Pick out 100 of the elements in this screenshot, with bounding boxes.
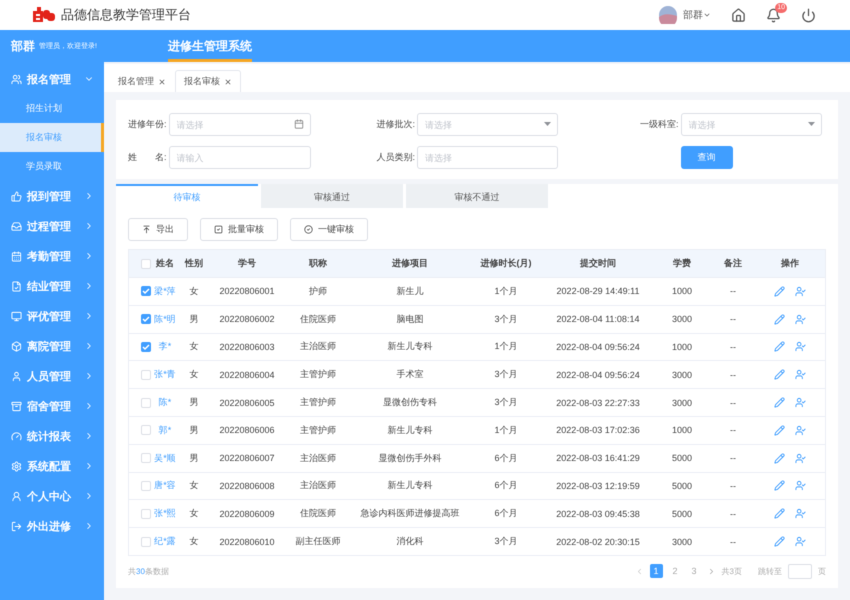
user-check-icon[interactable] [795, 480, 806, 492]
user-check-icon[interactable] [795, 508, 806, 520]
sidebar-item[interactable]: 报名管理 [0, 64, 104, 94]
user-check-icon[interactable] [795, 452, 806, 464]
table-cell-text: 5000 [670, 508, 694, 519]
name-link[interactable]: 吴*顺 [151, 452, 179, 465]
home-icon[interactable] [731, 8, 746, 22]
table-cell-text: 主治医师 [299, 479, 337, 492]
sidebar-item[interactable]: 考勤管理 [0, 241, 104, 271]
user-check-icon[interactable] [795, 341, 806, 352]
sidebar-subitem[interactable]: 招生计划 [0, 94, 104, 123]
sidebar-subitem[interactable]: 报名审核 [0, 123, 104, 152]
sidebar-item[interactable]: 过程管理 [0, 211, 104, 241]
name-link[interactable]: 张*熙 [151, 507, 179, 520]
page-tab[interactable]: 报名审核 [175, 70, 241, 92]
checkbox[interactable] [141, 342, 151, 352]
checkbox[interactable] [141, 286, 151, 296]
name-link[interactable]: 陈*明 [151, 312, 179, 326]
column-header: 学号 [237, 257, 257, 270]
table-cell-text: 1000 [670, 342, 694, 352]
table-cell-text: 3个月 [493, 396, 518, 410]
select-field[interactable]: 请选择 [417, 113, 558, 136]
edit-icon[interactable] [774, 286, 785, 297]
edit-icon[interactable] [774, 314, 785, 325]
action-button[interactable]: 导出 [128, 218, 188, 241]
page-button[interactable]: 1 [650, 564, 663, 578]
box-icon [11, 340, 22, 352]
page-button[interactable]: 2 [668, 564, 682, 578]
table-cell-text: -- [729, 480, 737, 491]
edit-icon[interactable] [774, 536, 785, 548]
edit-icon[interactable] [774, 424, 785, 436]
page-input[interactable] [788, 564, 812, 579]
page-suffix: 页 [818, 566, 826, 577]
date-field[interactable]: 请选择 [168, 113, 311, 136]
table-cell-text: 主管护师 [299, 424, 337, 437]
name-link[interactable]: 李* [151, 340, 179, 354]
name-link[interactable]: 纪*露 [151, 535, 179, 548]
name-link[interactable]: 梁*萍 [151, 284, 179, 298]
user-check-icon[interactable] [795, 536, 806, 548]
sidebar-item[interactable]: 评优管理 [0, 301, 104, 331]
table-cell-text: -- [729, 286, 737, 296]
table-cell-text: 主治医师 [299, 452, 337, 465]
filter-label: 一级科室: [640, 118, 680, 131]
action-button[interactable]: 批量审核 [200, 218, 278, 241]
page-button[interactable]: 3 [688, 564, 701, 578]
query-button[interactable]: 查询 [680, 146, 733, 169]
table-cell-text: 女 [188, 284, 200, 298]
name-link[interactable]: 张*青 [151, 368, 179, 382]
sidebar-item[interactable]: 人员管理 [0, 361, 104, 391]
table-cell-text: 20220806006 [218, 425, 276, 436]
column-header: 操作 [780, 257, 800, 270]
table-cell-text: 3000 [670, 314, 694, 324]
status-tab[interactable]: 审核不通过 [406, 184, 548, 208]
select-field[interactable]: 请选择 [680, 113, 822, 136]
edit-icon[interactable] [774, 397, 785, 408]
user-check-icon[interactable] [795, 397, 806, 408]
user-menu[interactable]: 部群 [683, 8, 711, 22]
table-cell-text: 新生儿专科 [386, 340, 434, 354]
table-cell-text: 20220806010 [218, 536, 276, 547]
name-link[interactable]: 唐*容 [151, 479, 179, 492]
table-cell-text: 1个月 [493, 340, 518, 354]
status-tab[interactable]: 审核通过 [261, 184, 403, 208]
user-check-icon[interactable] [795, 369, 806, 380]
edit-icon[interactable] [774, 341, 785, 352]
name-link[interactable]: 陈* [151, 396, 179, 410]
checkbox[interactable] [141, 314, 151, 324]
edit-icon[interactable] [774, 369, 785, 380]
sidebar-item[interactable]: 宿舍管理 [0, 391, 104, 421]
sidebar-item[interactable]: 离院管理 [0, 331, 104, 361]
edit-icon[interactable] [774, 508, 785, 520]
sidebar-item[interactable]: 结业管理 [0, 271, 104, 301]
bell-icon[interactable] [766, 8, 781, 22]
user-check-icon[interactable] [795, 424, 806, 436]
calendar-icon [294, 119, 304, 129]
table-cell-text: -- [729, 536, 737, 547]
user-check-icon[interactable] [795, 314, 806, 325]
edit-icon[interactable] [774, 452, 785, 464]
edit-icon[interactable] [774, 480, 785, 492]
avatar[interactable] [659, 6, 677, 24]
sidebar-item[interactable]: 统计报表 [0, 421, 104, 451]
name-link[interactable]: 郭* [151, 424, 179, 437]
checkbox-icon [214, 225, 223, 234]
check-circle-icon [304, 225, 313, 234]
table-cell-text: 男 [188, 452, 200, 465]
power-icon[interactable] [801, 8, 816, 22]
sidebar-item[interactable]: 系统配置 [0, 451, 104, 481]
page-tab[interactable]: 报名管理 [109, 70, 175, 92]
column-header: 职称 [308, 257, 328, 270]
action-button[interactable]: 一键审核 [290, 218, 368, 241]
sidebar-item[interactable]: 报到管理 [0, 181, 104, 211]
filter-label: 人员类别: [376, 151, 416, 164]
sidebar-item[interactable]: 个人中心 [0, 481, 104, 511]
input-field[interactable]: 请输入 [168, 146, 311, 169]
user-icon [11, 370, 22, 382]
table-cell-text: 护师 [308, 284, 328, 298]
sidebar-subitem[interactable]: 学员录取 [0, 152, 104, 181]
table-cell-text: 主管护师 [299, 396, 337, 410]
user-check-icon[interactable] [795, 286, 806, 297]
sidebar-item[interactable]: 外出进修 [0, 511, 104, 541]
input-field[interactable]: 请选择 [417, 146, 558, 169]
